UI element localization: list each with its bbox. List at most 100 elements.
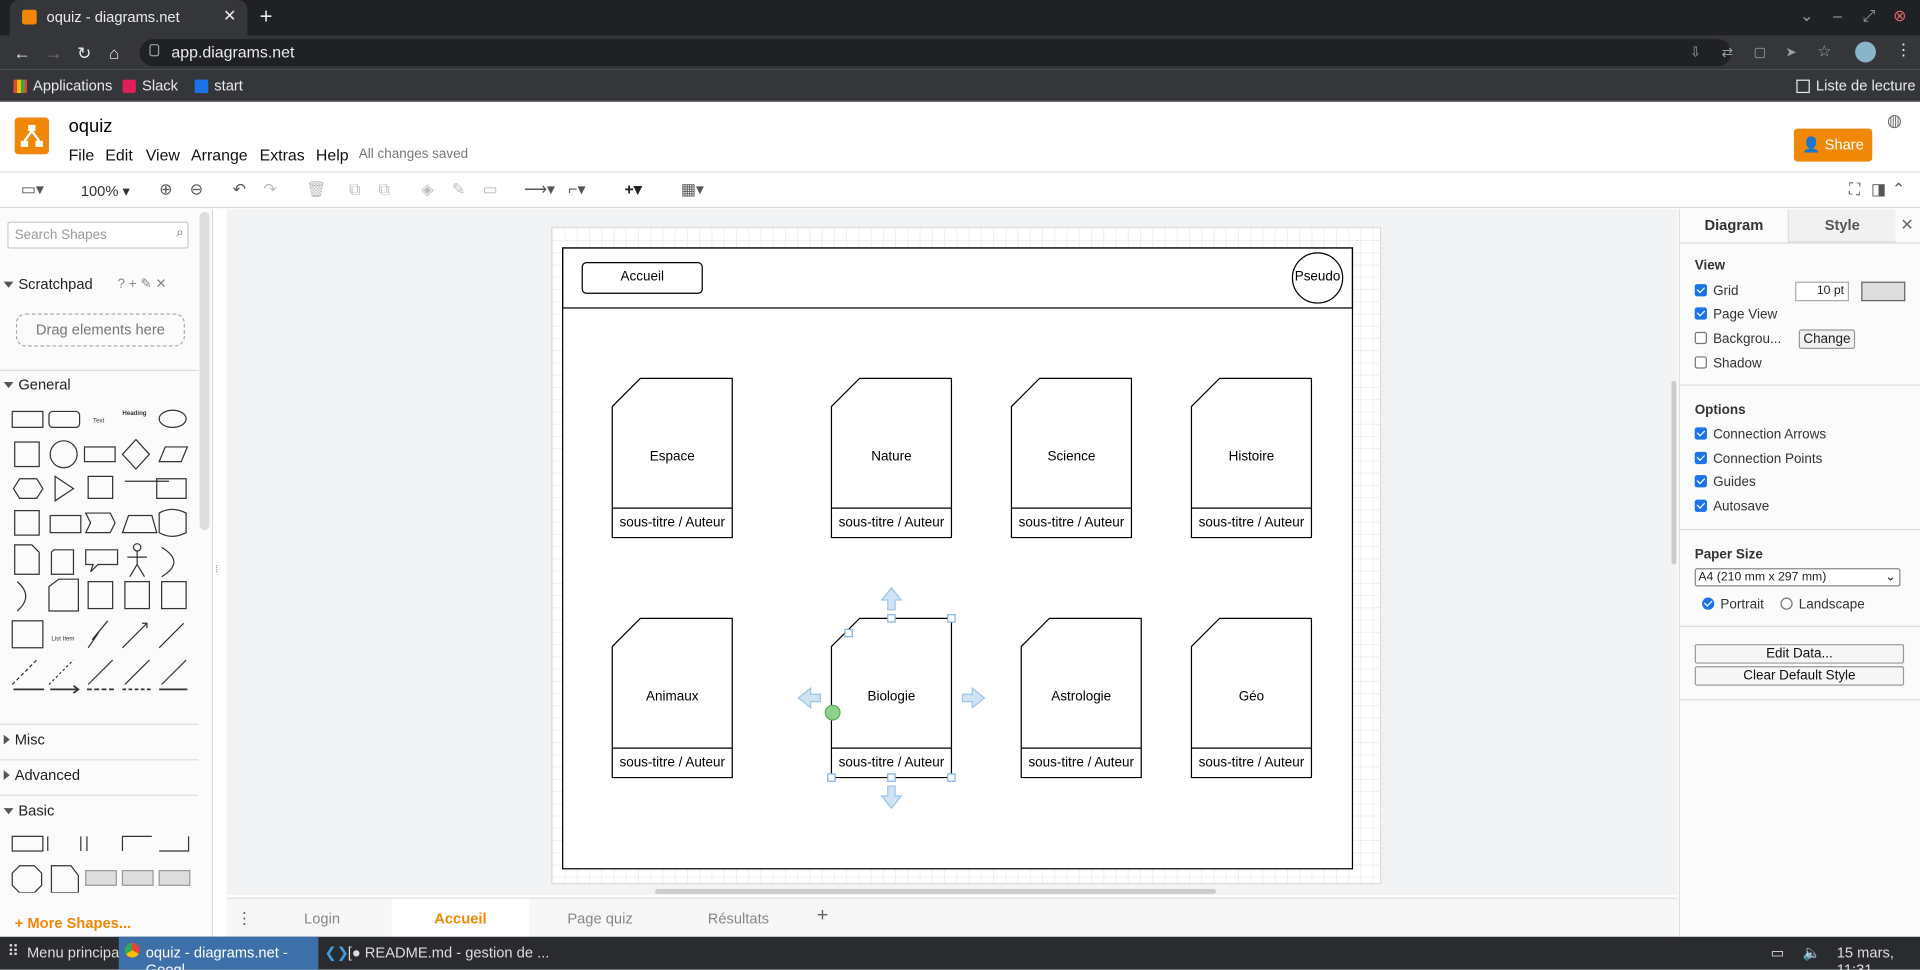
tab-accueil[interactable]: Accueil — [391, 898, 529, 938]
share-button[interactable]: 👤 Share — [1793, 128, 1873, 162]
canvas-horizontal-scrollbar[interactable] — [655, 888, 1216, 894]
profile-avatar[interactable] — [1855, 41, 1876, 63]
insert-icon[interactable]: +▾ — [624, 180, 641, 200]
start-menu[interactable]: Menu principal — [27, 944, 123, 961]
grid-color-swatch[interactable] — [1861, 281, 1906, 302]
tab-search-icon[interactable]: ⌄ — [1800, 6, 1813, 26]
edit-data-button[interactable]: Edit Data... — [1694, 644, 1905, 664]
zoom-select[interactable]: 100% ▾ — [81, 182, 130, 199]
omnibox[interactable]: app.diagrams.net — [139, 39, 1732, 67]
close-tab-icon[interactable]: ✕ — [223, 6, 236, 26]
menu-extras[interactable]: Extras — [260, 146, 305, 164]
save-page-icon[interactable]: ▢ — [1753, 44, 1766, 60]
format-panel-toggle-icon[interactable]: ▭▾ — [21, 180, 44, 200]
shapes-scrollbar[interactable] — [199, 211, 210, 531]
landscape-radio[interactable]: Landscape — [1780, 597, 1865, 612]
taskbar-window-vscode[interactable]: [● README.md - gestion de ... — [348, 944, 550, 961]
autosave-checkbox[interactable]: Autosave — [1694, 499, 1769, 514]
scratchpad-tools-icon[interactable]: ? + ✎ ✕ — [118, 276, 167, 292]
tab-diagram[interactable]: Diagram — [1680, 209, 1788, 242]
translate-icon[interactable]: ⇄ — [1722, 44, 1733, 60]
back-icon[interactable]: ← — [13, 43, 30, 63]
search-icon[interactable]: ⌕ — [176, 225, 184, 241]
fill-color-icon[interactable]: ◈ — [421, 180, 433, 200]
undo-icon[interactable]: ↶ — [233, 180, 246, 200]
portrait-radio[interactable]: Portrait — [1702, 597, 1764, 612]
guides-checkbox[interactable]: Guides — [1694, 475, 1756, 490]
menu-view[interactable]: View — [146, 146, 180, 164]
canvas-vertical-scrollbar[interactable] — [1671, 380, 1677, 565]
collapse-icon[interactable]: ⌃ — [1892, 180, 1905, 200]
panel-resize-handle[interactable]: ⦙ — [216, 563, 218, 575]
table-icon[interactable]: ▦▾ — [681, 180, 704, 200]
bookmark-star-icon[interactable]: ☆ — [1817, 42, 1831, 62]
taskbar-window-chrome[interactable]: oquiz - diagrams.net - Googl... — [118, 936, 319, 970]
more-shapes-link[interactable]: + More Shapes... — [15, 915, 131, 932]
scratchpad-dropzone[interactable]: Drag elements here — [15, 313, 185, 347]
grid-size-input[interactable]: 10 pt — [1795, 281, 1849, 302]
display-icon[interactable]: ▭ — [1771, 944, 1785, 961]
bookmark-slack[interactable]: Slack — [122, 77, 178, 94]
apps-grid-icon[interactable]: ⠿ — [7, 942, 19, 962]
line-color-icon[interactable]: ✎ — [452, 180, 465, 200]
language-globe-icon[interactable]: ◍ — [1887, 110, 1902, 131]
zoom-out-icon[interactable]: ⊖ — [190, 180, 203, 200]
section-advanced[interactable]: Advanced — [0, 759, 199, 788]
tab-resultats[interactable]: Résultats — [670, 899, 807, 938]
format-panel-icon[interactable]: ◨ — [1871, 180, 1886, 200]
reload-icon[interactable]: ↻ — [77, 43, 91, 64]
search-shapes-input[interactable]: Search Shapes ⌕ — [7, 221, 189, 249]
pages-menu-icon[interactable]: ⋮ — [236, 909, 252, 929]
menu-edit[interactable]: Edit — [105, 146, 132, 164]
connector-shapes-row[interactable] — [10, 681, 194, 698]
menu-file[interactable]: File — [69, 146, 95, 164]
section-misc[interactable]: Misc — [0, 723, 199, 753]
minimize-icon[interactable]: – — [1833, 6, 1842, 24]
to-back-icon[interactable]: ⧉ — [378, 180, 389, 200]
menu-arrange[interactable]: Arrange — [191, 146, 248, 164]
install-icon[interactable]: ⇩ — [1690, 44, 1701, 60]
section-basic[interactable]: Basic — [0, 794, 199, 824]
paper-size-select[interactable]: A4 (210 mm x 297 mm) ⌄ — [1694, 568, 1901, 587]
tab-page-quiz[interactable]: Page quiz — [531, 899, 668, 938]
reading-list[interactable]: Liste de lecture — [1796, 77, 1916, 94]
maximize-icon[interactable]: ⤢ — [1862, 6, 1875, 26]
volume-icon[interactable]: 🔈 — [1802, 944, 1820, 961]
browser-menu-icon[interactable]: ⋮ — [1896, 40, 1912, 60]
background-checkbox[interactable]: Backgrou... — [1694, 331, 1781, 347]
connection-arrows-checkbox[interactable]: Connection Arrows — [1694, 427, 1826, 442]
grid-checkbox[interactable]: Grid — [1694, 284, 1739, 299]
general-shapes-grid[interactable]: Text Heading List Item — [10, 403, 194, 697]
delete-icon[interactable]: 🗑 — [306, 180, 326, 200]
page-view-checkbox[interactable]: Page View — [1694, 307, 1777, 322]
section-general[interactable]: General — [0, 369, 199, 399]
redo-icon[interactable]: ↷ — [263, 180, 276, 200]
home-icon[interactable]: ⌂ — [109, 43, 119, 63]
new-tab-icon[interactable]: + — [260, 4, 273, 30]
tab-login[interactable]: Login — [253, 899, 390, 938]
fullscreen-icon[interactable]: ⛶ — [1849, 180, 1860, 200]
basic-shapes-grid[interactable] — [10, 831, 194, 893]
close-window-icon[interactable]: ⊗ — [1893, 6, 1906, 26]
tab-style[interactable]: Style — [1787, 209, 1896, 243]
menu-help[interactable]: Help — [316, 146, 349, 164]
change-background-button[interactable]: Change — [1798, 329, 1856, 349]
clock[interactable]: 15 mars, 11:31 — [1837, 944, 1920, 970]
connection-points-checkbox[interactable]: Connection Points — [1694, 451, 1822, 467]
zoom-in-icon[interactable]: ⊕ — [159, 180, 172, 200]
connection-style-icon[interactable]: ⟶▾ — [524, 180, 555, 200]
to-front-icon[interactable]: ⧉ — [349, 180, 360, 200]
shadow-checkbox[interactable]: Shadow — [1694, 356, 1762, 371]
wireframe-frame[interactable] — [562, 247, 1354, 870]
waypoints-icon[interactable]: ⌐▾ — [568, 180, 585, 200]
bookmark-start[interactable]: start — [194, 77, 243, 94]
scratchpad-header[interactable]: Scratchpad ? + ✎ ✕ — [0, 276, 198, 305]
file-title[interactable]: oquiz — [69, 116, 113, 137]
bookmark-applications[interactable]: Applications — [13, 77, 112, 94]
close-panel-icon[interactable]: ✕ — [1900, 216, 1913, 236]
shadow-icon[interactable]: ▭ — [482, 180, 497, 200]
clear-default-style-button[interactable]: Clear Default Style — [1694, 666, 1905, 686]
forward-icon[interactable]: → — [45, 43, 62, 63]
browser-tab[interactable]: oquiz - diagrams.net ✕ — [9, 0, 248, 36]
add-page-icon[interactable]: + — [817, 905, 828, 927]
